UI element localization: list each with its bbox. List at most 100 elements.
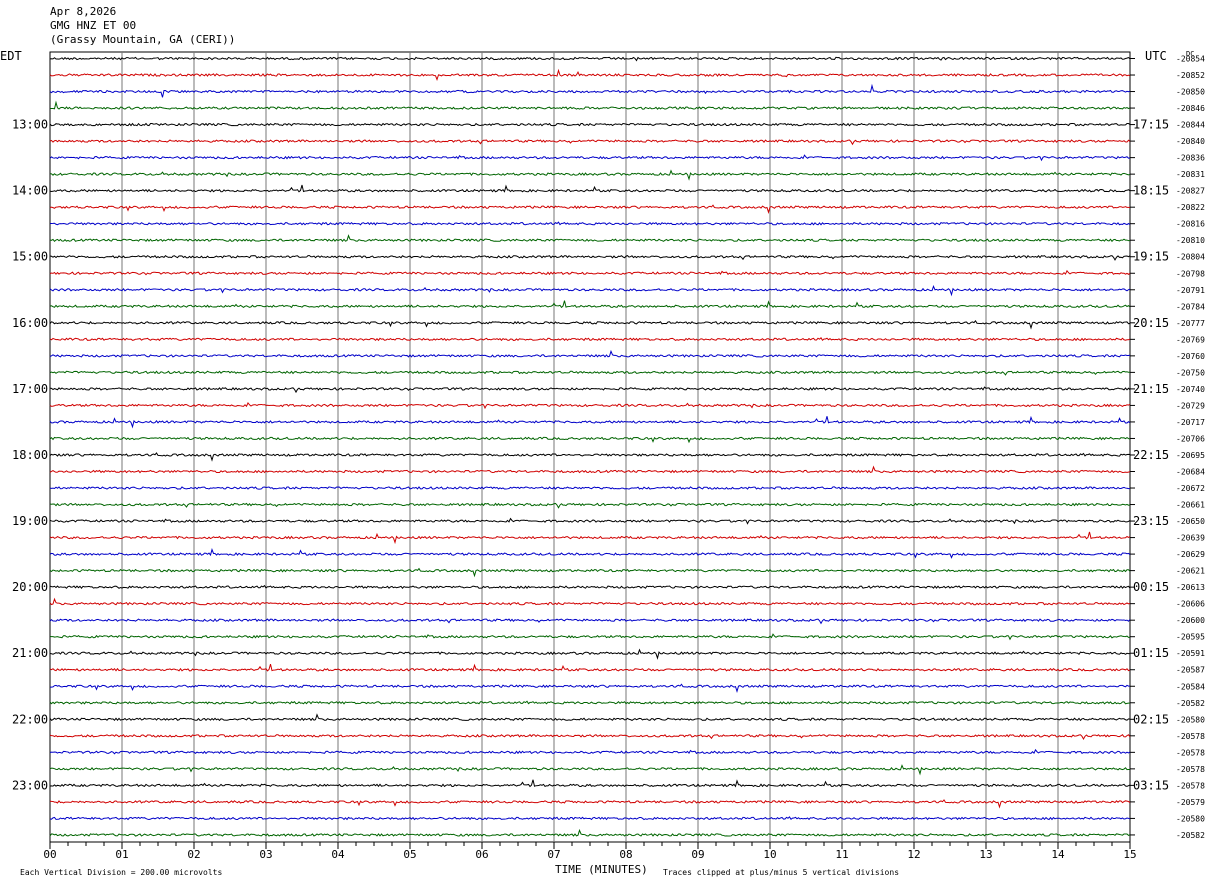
- dc-offset-label: -20580: [1176, 814, 1205, 823]
- dc-offset-label: -20777: [1176, 319, 1205, 328]
- utc-hour-label: 21:15: [1133, 382, 1169, 396]
- dc-offset-label: -20639: [1176, 534, 1205, 543]
- x-tick-label: 03: [259, 848, 272, 861]
- trace-line: [49, 204, 1131, 214]
- dc-offset-label: -20613: [1176, 583, 1205, 592]
- dc-offset-label: -20760: [1176, 352, 1205, 361]
- dc-offset-label: -20684: [1176, 468, 1205, 477]
- trace-line: [49, 169, 1131, 181]
- trace-line: [49, 547, 1131, 559]
- trace-line: [49, 337, 1131, 342]
- trace-line: [49, 285, 1131, 297]
- plot-grid: [49, 51, 1135, 849]
- x-tick-label: 01: [115, 848, 128, 861]
- dc-header-label: DC: [1186, 50, 1194, 58]
- utc-hour-label: 03:15: [1133, 778, 1169, 792]
- dc-offset-label: -20650: [1176, 517, 1205, 526]
- trace-line: [49, 597, 1131, 606]
- edt-hour-label: 16:00: [12, 316, 48, 330]
- dc-offset-label: -20850: [1176, 88, 1205, 97]
- trace-line: [49, 779, 1131, 788]
- utc-hour-label: 01:15: [1133, 646, 1169, 660]
- edt-axis-label: EDT: [0, 49, 22, 63]
- utc-axis-label: UTC: [1145, 49, 1167, 63]
- trace-line: [49, 465, 1131, 474]
- dc-offset-label: -20672: [1176, 484, 1205, 493]
- trace-line: [49, 254, 1131, 261]
- dc-offset-label: -20791: [1176, 286, 1205, 295]
- edt-hour-label: 17:00: [12, 382, 48, 396]
- utc-hour-label: 00:15: [1133, 580, 1169, 594]
- utc-hour-label: 02:15: [1133, 712, 1169, 726]
- trace-line: [49, 436, 1131, 444]
- dc-offset-label: -20606: [1176, 600, 1205, 609]
- trace-line: [49, 502, 1131, 509]
- dc-offset-label: -20584: [1176, 682, 1205, 691]
- trace-line: [49, 618, 1131, 625]
- edt-hour-label: 15:00: [12, 250, 48, 264]
- dc-offset-label: -20629: [1176, 550, 1205, 559]
- x-tick-label: 15: [1123, 848, 1136, 861]
- trace-line: [49, 816, 1131, 821]
- dc-offset-label: -20595: [1176, 633, 1205, 642]
- dc-offset-label: -20587: [1176, 666, 1205, 675]
- trace-line: [49, 799, 1131, 809]
- trace-line: [49, 683, 1131, 694]
- dc-offset-label: -20804: [1176, 253, 1205, 262]
- trace-line: [49, 764, 1131, 776]
- dc-offset-label: -20798: [1176, 269, 1205, 278]
- dc-offset-label: -20578: [1176, 765, 1205, 774]
- trace-line: [49, 663, 1131, 672]
- dc-offset-label: -20582: [1176, 831, 1205, 840]
- edt-hour-label: 14:00: [12, 184, 48, 198]
- dc-offset-label: -20769: [1176, 335, 1205, 344]
- trace-line: [49, 486, 1131, 490]
- x-tick-label: 04: [331, 848, 345, 861]
- dc-offset-label: -20578: [1176, 781, 1205, 790]
- dc-offset-label: -20580: [1176, 715, 1205, 724]
- trace-line: [49, 733, 1131, 740]
- trace-line: [49, 300, 1131, 309]
- x-tick-label: 10: [763, 848, 776, 861]
- dc-offset-label: -20831: [1176, 170, 1205, 179]
- x-tick-label: 02: [187, 848, 200, 861]
- dc-offset-label: -20706: [1176, 434, 1205, 443]
- dc-offset-label: -20729: [1176, 401, 1205, 410]
- trace-line: [49, 748, 1131, 755]
- helicorder-plot: 00 01 02 03 04 05 06 07 08 09 10 11 12 13 14 15-20854-2…: [0, 49, 1205, 877]
- dc-offset-label: -20827: [1176, 187, 1205, 196]
- plot-frame: [49, 51, 1131, 843]
- x-axis-title: TIME (MINUTES): [555, 863, 648, 876]
- dc-offset-label: -20750: [1176, 368, 1205, 377]
- trace-line: [49, 269, 1131, 276]
- trace-line: [49, 320, 1131, 330]
- x-tick-label: 00: [43, 848, 56, 861]
- trace-line: [49, 401, 1131, 410]
- trace-line: [49, 370, 1131, 376]
- dc-offset-label: -20810: [1176, 236, 1205, 245]
- dc-offset-label: -20695: [1176, 451, 1205, 460]
- dc-offset-label: -20852: [1176, 71, 1205, 80]
- trace-line: [49, 828, 1131, 837]
- trace-line: [49, 452, 1131, 462]
- dc-offset-label: -20582: [1176, 699, 1205, 708]
- utc-hour-label: 19:15: [1133, 250, 1169, 264]
- x-tick-label: 07: [547, 848, 560, 861]
- dc-offset-label: -20621: [1176, 567, 1205, 576]
- trace-line: [49, 648, 1131, 660]
- trace-line: [49, 184, 1131, 193]
- dc-offset-label: -20840: [1176, 137, 1205, 146]
- edt-hour-label: 22:00: [12, 712, 48, 726]
- trace-line: [49, 234, 1131, 243]
- edt-hour-label: 18:00: [12, 448, 48, 462]
- dc-offset-label: -20578: [1176, 732, 1205, 741]
- dc-offset-label: -20844: [1176, 121, 1205, 130]
- scale-note: Each Vertical Division = 200.00 microvol…: [20, 868, 222, 877]
- dc-offset-label: -20717: [1176, 418, 1205, 427]
- x-tick-label: 06: [475, 848, 488, 861]
- dc-offset-label: -20846: [1176, 104, 1205, 113]
- edt-hour-label: 13:00: [12, 118, 48, 132]
- x-tick-label: 08: [619, 848, 632, 861]
- seismic-traces: [49, 56, 1131, 837]
- dc-offset-label: -20600: [1176, 616, 1205, 625]
